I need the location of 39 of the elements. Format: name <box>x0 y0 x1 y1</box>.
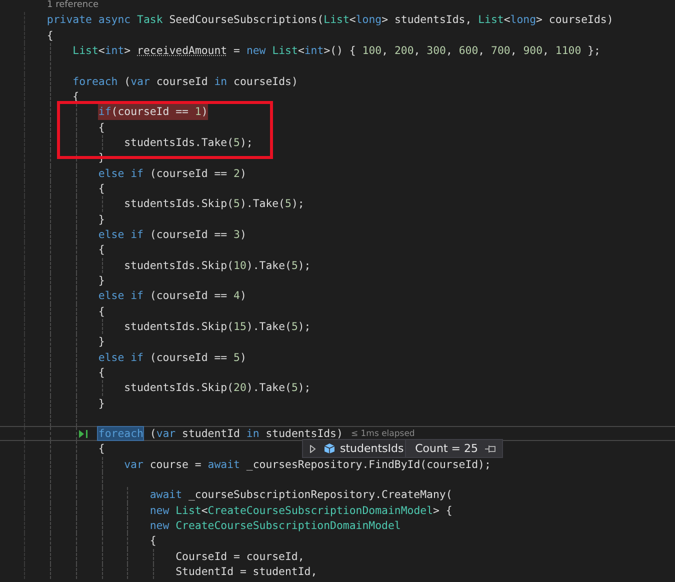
code-line: foreach (var courseId in courseIds) <box>72 74 298 89</box>
code-line: new CreateCourseSubscriptionDomainModel <box>150 518 401 534</box>
code-line: { <box>98 304 105 319</box>
code-line: CourseId = courseId, <box>176 548 304 564</box>
expand-arrow-icon[interactable] <box>310 444 316 452</box>
code-line: foreach (var studentId in studentsIds) <box>98 427 343 440</box>
code-line: { <box>98 242 105 258</box>
code-line: } <box>98 334 105 350</box>
code-line: studentsIds.Skip(5).Take(5); <box>124 196 304 212</box>
variable-value: Count = 25 <box>405 440 502 457</box>
code-line: } <box>98 396 105 411</box>
code-line: { <box>98 364 105 380</box>
code-line: { <box>46 28 54 43</box>
code-line: studentsIds.Skip(10).Take(5); <box>124 258 311 273</box>
code-line: { <box>98 180 105 196</box>
code-line: studentsIds.Take(5); <box>124 134 253 150</box>
code-line: studentsIds.Skip(20).Take(5); <box>124 380 311 396</box>
code-line: } <box>98 212 105 227</box>
cube-icon <box>324 443 335 454</box>
code-line: await _courseSubscriptionRepository.CreateMany( <box>150 487 452 503</box>
code-line: { <box>150 533 156 549</box>
code-line: else if (courseId == 5) <box>98 350 246 365</box>
codelens-label[interactable]: 1 reference <box>47 0 99 10</box>
code-line: { <box>98 120 105 135</box>
run-to-click-icon[interactable] <box>79 430 89 438</box>
code-line: else if (courseId == 3) <box>98 226 246 242</box>
pin-icon[interactable] <box>485 444 496 452</box>
code-line: new List<CreateCourseSubscriptionDomainModel> { <box>150 502 452 518</box>
code-line: { <box>98 441 105 457</box>
code-line: StudentId = studentId, <box>176 564 318 580</box>
code-line: var course = await _coursesRepository.FindById(courseId); <box>124 456 491 472</box>
variable-name: studentsIds <box>340 442 404 455</box>
code-line: else if (courseId == 2) <box>98 166 246 181</box>
code-line: studentsIds.Skip(15).Take(5); <box>124 318 311 334</box>
code-line: private async Task SeedCourseSubscriptions(List<long> studentsIds, List<long> courseIds) <box>46 12 614 28</box>
elapsed-time-label: ≤ 1ms elapsed <box>350 428 415 440</box>
code-line: } <box>98 272 105 288</box>
code-line: List<int> receivedAmount = new List<int>() { 100, 200, 300, 600, 700, 900, 1100 }; <box>72 42 600 58</box>
code-line: else if (courseId == 4) <box>98 288 246 304</box>
